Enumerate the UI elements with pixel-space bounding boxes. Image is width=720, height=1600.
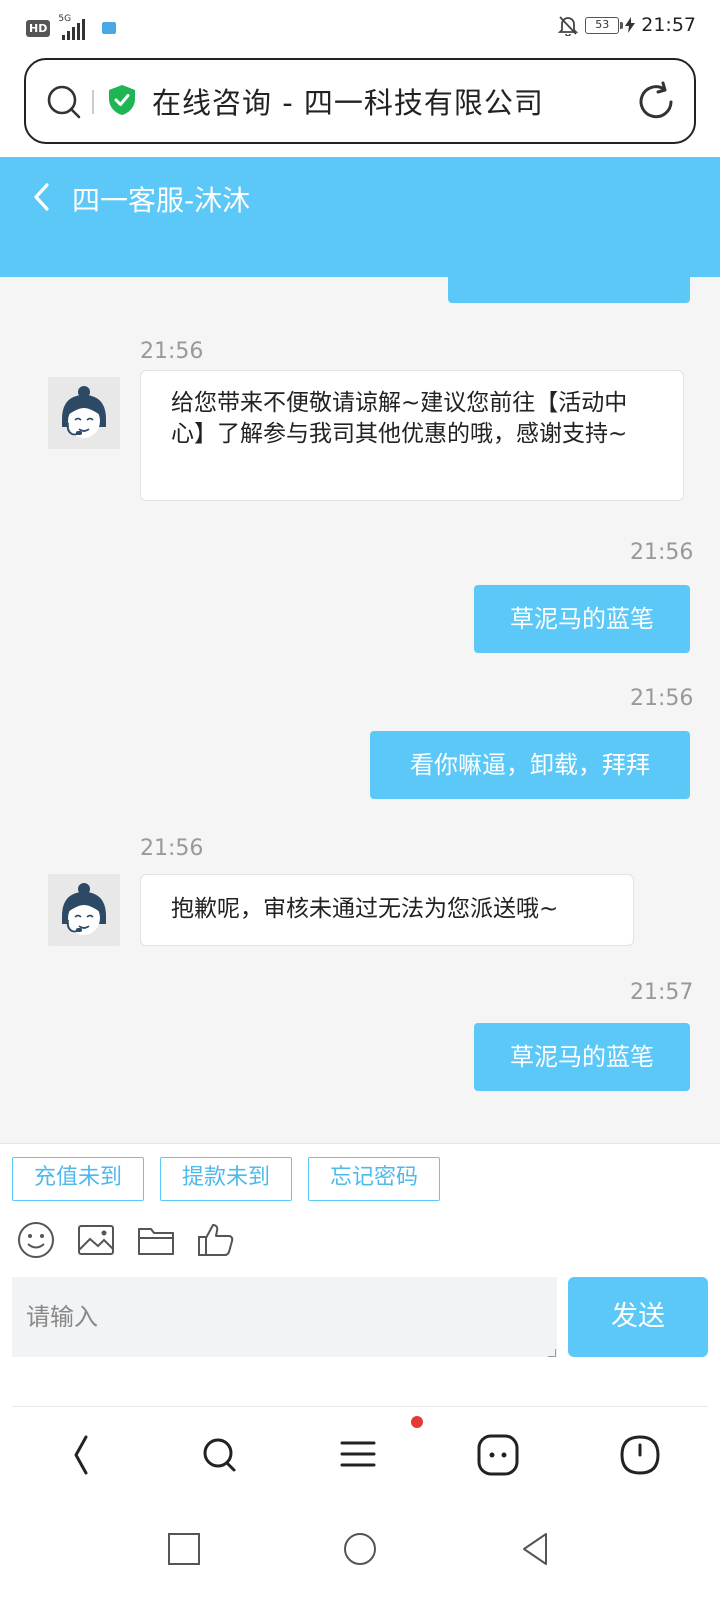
message-time: 21:56 [140,339,204,364]
menu-icon[interactable] [338,1433,378,1477]
hd-badge: HD [26,19,51,37]
message-time: 21:56 [630,540,694,565]
clock: 21:57 [641,14,696,36]
battery-indicator: 53 [585,16,624,34]
message-bubble-partial [448,277,690,303]
tabs-icon[interactable] [476,1433,520,1477]
home-icon[interactable] [618,1433,662,1477]
agent-avatar [48,874,120,946]
back-chevron-icon[interactable] [30,181,52,213]
charging-icon [625,17,636,33]
message-list[interactable]: 21:56 给您带来不便敬请谅解~建议您前往【活动中心】了解参与我司其他优惠的哦… [0,277,720,1143]
user-message: 看你嘛逼，卸载，拜拜 [370,731,690,799]
mute-bell-icon [558,16,579,36]
folder-icon[interactable] [136,1220,176,1260]
agent-message: 抱歉呢，审核未通过无法为您派送哦~ [140,874,634,946]
quick-replies: 充值未到 提款未到 忘记密码 [0,1143,720,1203]
resize-handle[interactable] [548,1349,556,1357]
back-icon[interactable] [66,1433,96,1477]
search-icon[interactable] [200,1433,240,1477]
message-time: 21:57 [630,980,694,1005]
home-circle-icon[interactable] [342,1531,378,1567]
thumbs-up-icon[interactable] [196,1220,236,1260]
app-notification-icon [102,22,117,34]
notification-dot [411,1416,423,1428]
message-time: 21:56 [630,686,694,711]
user-message: 草泥马的蓝笔 [474,585,690,653]
page-title[interactable]: 在线咨询 - 四一科技有限公司 [152,80,544,122]
recents-icon[interactable] [166,1531,202,1567]
emoji-icon[interactable] [16,1220,56,1260]
browser-toolbar [0,1407,720,1507]
status-bar: HD 5G 53 21:57 [0,0,720,54]
quick-reply-button[interactable]: 忘记密码 [308,1157,440,1201]
agent-avatar-icon [48,377,120,449]
agent-avatar-icon [48,874,120,946]
chat-tools [0,1214,720,1266]
url-divider [92,90,94,114]
user-message: 草泥马的蓝笔 [474,1023,690,1091]
secure-shield-icon [109,85,135,115]
back-triangle-icon[interactable] [518,1531,554,1567]
chat-header: 四一客服-沐沐 [0,157,720,277]
reload-icon[interactable] [634,80,678,124]
quick-reply-button[interactable]: 充值未到 [12,1157,144,1201]
message-input[interactable] [12,1277,557,1357]
search-icon[interactable] [46,84,82,120]
status-left: HD 5G [26,14,117,40]
image-icon[interactable] [76,1220,116,1260]
chat-title: 四一客服-沐沐 [72,184,251,217]
agent-message: 给您带来不便敬请谅解~建议您前往【活动中心】了解参与我司其他优惠的哦，感谢支持~ [140,370,684,501]
quick-reply-button[interactable]: 提款未到 [160,1157,292,1201]
agent-avatar [48,377,120,449]
message-time: 21:56 [140,836,204,861]
address-bar[interactable]: 在线咨询 - 四一科技有限公司 [24,58,696,144]
send-button[interactable]: 发送 [568,1277,708,1357]
status-right: 53 21:57 [557,14,696,36]
system-navigation [0,1507,720,1600]
signal-icon: 5G [58,14,94,40]
